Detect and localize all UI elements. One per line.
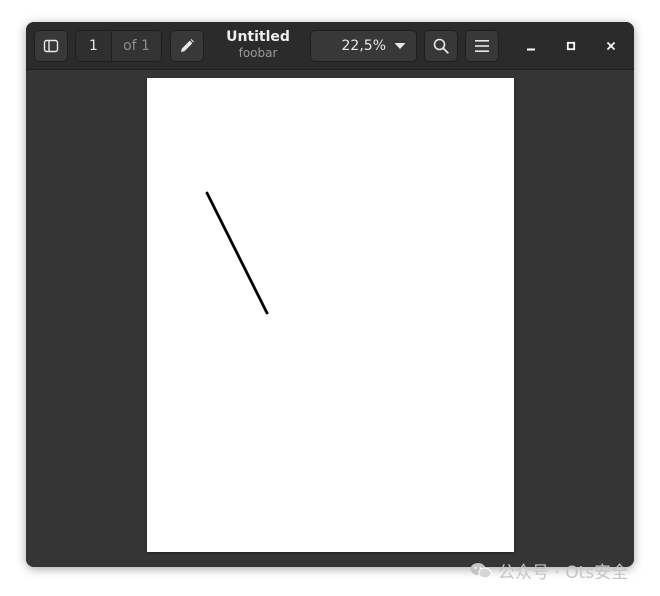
page-count-label: of 1 — [112, 31, 161, 61]
headerbar: 1 of 1 Untitled foobar 22,5% — [26, 22, 634, 70]
watermark: 公众号 · Ots安全 — [470, 558, 628, 583]
close-icon — [606, 41, 616, 51]
window-title-block: Untitled foobar — [208, 28, 308, 61]
chevron-down-icon — [394, 43, 406, 49]
sidebar-toggle-icon — [43, 39, 59, 53]
main-menu-button[interactable] — [465, 30, 499, 62]
annotate-button[interactable] — [170, 30, 204, 62]
page-number-input[interactable]: 1 — [76, 31, 112, 61]
close-button[interactable] — [599, 34, 623, 58]
minimize-button[interactable] — [519, 34, 543, 58]
drawn-line-stroke — [205, 191, 269, 315]
hamburger-menu-icon — [475, 40, 489, 52]
maximize-icon — [566, 41, 576, 51]
pencil-icon — [181, 39, 194, 52]
sidebar-toggle-button[interactable] — [34, 30, 68, 62]
wechat-icon — [470, 562, 492, 578]
watermark-text: 公众号 · Ots安全 — [498, 563, 629, 583]
zoom-level: 22,5% — [341, 38, 386, 54]
document-subtitle: foobar — [238, 46, 278, 60]
page-navigator: 1 of 1 — [75, 30, 162, 62]
viewer-window: 1 of 1 Untitled foobar 22,5% — [26, 22, 634, 567]
minimize-icon — [527, 48, 535, 51]
search-icon — [433, 38, 449, 54]
zoom-dropdown[interactable]: 22,5% — [310, 30, 417, 62]
document-title: Untitled — [226, 29, 290, 45]
document-page[interactable] — [147, 78, 514, 552]
maximize-button[interactable] — [559, 34, 583, 58]
search-button[interactable] — [424, 30, 458, 62]
document-view[interactable] — [26, 70, 634, 567]
